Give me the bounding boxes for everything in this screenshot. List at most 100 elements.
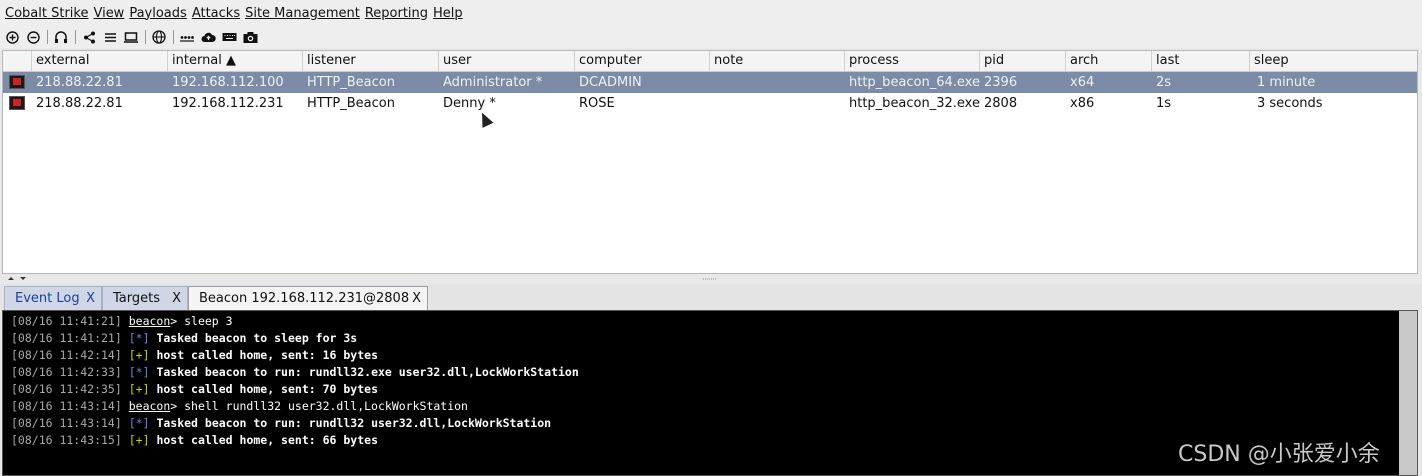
menu-payloads[interactable]: Payloads	[124, 6, 186, 21]
column-header-arch[interactable]: arch	[1066, 51, 1152, 71]
camera-icon[interactable]	[242, 29, 258, 45]
cell-internal: 192.168.112.231	[172, 96, 284, 111]
console-command: > shell rundll32 user32.dll,LockWorkStat…	[170, 399, 468, 413]
console-marker: [*]	[128, 331, 150, 345]
tab-label: Event Log	[15, 291, 80, 306]
cell-internal: 192.168.112.100	[172, 75, 284, 90]
watermark-text: CSDN @小张爱小余	[1178, 442, 1380, 467]
console-timestamp: [08/16 11:42:33]	[11, 365, 122, 379]
cell-user: Administrator *	[443, 75, 543, 90]
console-line: [08/16 11:41:21] [*] Tasked beacon to sl…	[11, 330, 357, 347]
cell-listener: HTTP_Beacon	[307, 96, 395, 111]
menu-view[interactable]: View	[88, 6, 124, 21]
beacon-table: external internal ▲ listener user comput…	[2, 50, 1418, 274]
console-line: [08/16 11:43:15] [+] host called home, s…	[11, 432, 378, 449]
console-message: Tasked beacon to run: rundll32.exe user3…	[156, 365, 579, 379]
console-scrollbar[interactable]	[1399, 311, 1417, 475]
console-message: host called home, sent: 16 bytes	[156, 348, 378, 362]
cell-pid: 2396	[984, 75, 1018, 90]
menu-cobalt-strike[interactable]: Cobalt Strike	[0, 6, 88, 21]
column-header-sleep[interactable]: sleep	[1250, 51, 1417, 71]
close-icon[interactable]: X	[86, 287, 95, 311]
list-icon[interactable]	[102, 29, 118, 45]
menu-help[interactable]: Help	[428, 6, 463, 21]
console-prompt-user: beacon	[128, 314, 171, 328]
console-line: [08/16 11:43:14] [*] Tasked beacon to ru…	[11, 415, 551, 432]
column-header-external[interactable]: external	[32, 51, 168, 71]
console-message: Tasked beacon to run: rundll32 user32.dl…	[156, 416, 552, 430]
column-header-computer[interactable]: computer	[575, 51, 710, 71]
cell-external: 218.88.22.81	[36, 75, 123, 90]
menu-site-management[interactable]: Site Management	[240, 6, 360, 21]
cell-note	[710, 72, 714, 93]
console-message: host called home, sent: 66 bytes	[156, 433, 378, 447]
share-icon[interactable]	[81, 29, 97, 45]
table-row[interactable]: 218.88.22.81 192.168.112.100 HTTP_Beacon…	[3, 72, 1417, 93]
cell-last: 1s	[1156, 96, 1172, 111]
drag-handle-icon[interactable]	[702, 276, 718, 282]
console-marker: [*]	[128, 365, 150, 379]
cell-computer: ROSE	[579, 96, 615, 111]
globe-icon[interactable]	[151, 29, 167, 45]
column-header-note[interactable]: note	[710, 51, 845, 71]
console-marker: [+]	[128, 348, 150, 362]
column-header-pid[interactable]: pid	[980, 51, 1066, 71]
toolbar-separator	[75, 30, 76, 44]
toolbar	[0, 26, 1422, 48]
close-icon[interactable]: X	[412, 287, 421, 311]
screen-icon[interactable]	[123, 29, 139, 45]
menu-bar: Cobalt Strike View Payloads Attacks Site…	[0, 0, 1422, 26]
tab-label: Targets	[113, 291, 160, 306]
column-header-last[interactable]: last	[1152, 51, 1250, 71]
console-message: Tasked beacon to sleep for 3s	[156, 331, 358, 345]
cloud-upload-icon[interactable]	[200, 29, 216, 45]
console-timestamp: [08/16 11:42:35]	[11, 382, 122, 396]
console-line: [08/16 11:42:14] [+] host called home, s…	[11, 347, 378, 364]
console-line: [08/16 11:42:35] [+] host called home, s…	[11, 381, 378, 398]
table-row[interactable]: 218.88.22.81 192.168.112.231 HTTP_Beacon…	[3, 93, 1417, 114]
table-header: external internal ▲ listener user comput…	[3, 51, 1417, 72]
pane-splitter[interactable]	[0, 274, 1422, 284]
tab-targets[interactable]: Targets X	[102, 286, 188, 310]
column-header-icon[interactable]	[3, 51, 32, 71]
cell-note	[710, 93, 714, 114]
console-marker: [+]	[128, 382, 150, 396]
keyboard-icon[interactable]	[221, 29, 237, 45]
toolbar-separator	[47, 30, 48, 44]
console-line: [08/16 11:42:33] [*] Tasked beacon to ru…	[11, 364, 579, 381]
console-line: [08/16 11:43:14] beacon> shell rundll32 …	[11, 398, 468, 415]
tab-event-log[interactable]: Event Log X	[4, 286, 102, 310]
console-marker: [*]	[128, 416, 150, 430]
console-command: > sleep 3	[170, 314, 233, 328]
cell-last: 2s	[1156, 75, 1172, 90]
console-marker: [+]	[128, 433, 150, 447]
menu-reporting[interactable]: Reporting	[360, 6, 428, 21]
console-timestamp: [08/16 11:43:14]	[11, 399, 122, 413]
plus-circle-icon[interactable]	[4, 29, 20, 45]
collapse-arrows-icon[interactable]	[6, 274, 36, 284]
console-timestamp: [08/16 11:41:21]	[11, 331, 122, 345]
tab-label: Beacon 192.168.112.231@2808	[199, 291, 410, 306]
headphones-icon[interactable]	[53, 29, 69, 45]
column-header-listener[interactable]: listener	[303, 51, 439, 71]
tab-bar: Event Log X Targets X Beacon 192.168.112…	[0, 284, 1422, 310]
tab-beacon-console[interactable]: Beacon 192.168.112.231@2808 X	[188, 286, 428, 310]
minus-circle-icon[interactable]	[25, 29, 41, 45]
close-icon[interactable]: X	[172, 287, 181, 311]
column-header-process[interactable]: process	[845, 51, 980, 71]
toolbar-separator	[145, 30, 146, 44]
beacon-session-icon	[9, 75, 25, 89]
column-header-internal[interactable]: internal ▲	[168, 51, 303, 71]
dots-icon[interactable]	[179, 29, 195, 45]
beacon-session-icon	[9, 96, 25, 110]
cell-external: 218.88.22.81	[36, 96, 123, 111]
cell-arch: x64	[1070, 75, 1095, 90]
console-line: [08/16 11:41:21] beacon> sleep 3	[11, 313, 233, 330]
column-header-user[interactable]: user	[439, 51, 575, 71]
cell-pid: 2808	[984, 96, 1018, 111]
console-timestamp: [08/16 11:42:14]	[11, 348, 122, 362]
menu-attacks[interactable]: Attacks	[187, 6, 240, 21]
cell-computer: DCADMIN	[579, 75, 642, 90]
cell-process: http_beacon_64.exe	[849, 75, 980, 90]
cell-sleep: 3 seconds	[1257, 96, 1323, 111]
